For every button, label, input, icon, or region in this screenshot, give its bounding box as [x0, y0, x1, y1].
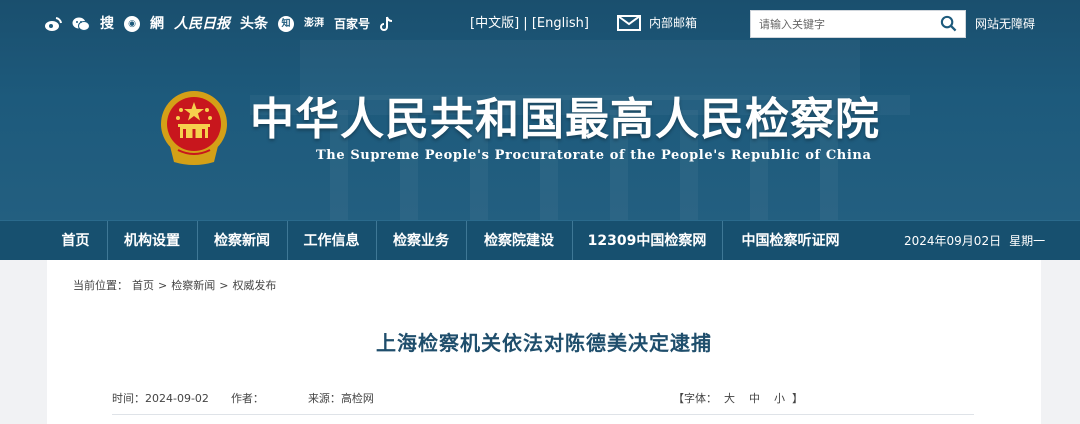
toutiao-icon[interactable]: 头条 — [240, 14, 268, 34]
zhihu-icon[interactable]: 知 — [278, 16, 294, 32]
font-size-close: 】 — [792, 392, 803, 405]
mail-label: 内部邮箱 — [649, 16, 698, 30]
time-label: 时间： — [112, 392, 145, 405]
site-title-english: The Supreme People's Procuratorate of th… — [316, 148, 872, 163]
font-size-control: 【字体： 大 中 小】 — [673, 391, 803, 407]
sohu-icon[interactable]: 搜 — [100, 14, 114, 34]
nav-12309-china-procuratorate[interactable]: 12309中国检察网 — [572, 221, 722, 261]
wechat-icon[interactable] — [72, 16, 90, 32]
national-emblem-icon — [161, 91, 227, 165]
social-links: 搜 ◉ 網 人民日报 头条 知 澎湃 百家号 — [44, 14, 394, 34]
top-bar: 搜 ◉ 網 人民日报 头条 知 澎湃 百家号 [中文版] | [English]… — [0, 10, 1080, 40]
lang-cn-link[interactable]: [中文版] — [470, 16, 519, 31]
font-size-label: 【字体： — [673, 392, 717, 405]
search-box — [750, 10, 966, 38]
lang-separator: | — [519, 16, 532, 31]
nav-work-info[interactable]: 工作信息 — [287, 221, 376, 261]
nav-china-hearing[interactable]: 中国检察听证网 — [722, 221, 859, 261]
meta-divider — [112, 414, 974, 415]
nav-procuratorial-business[interactable]: 检察业务 — [376, 221, 466, 261]
breadcrumb-sep: > — [158, 279, 168, 292]
font-size-large[interactable]: 大 — [724, 392, 735, 405]
breadcrumb-prefix: 当前位置： — [73, 279, 128, 292]
nav-procuratorial-news[interactable]: 检察新闻 — [197, 221, 287, 261]
date-text: 2024年09月02日 — [904, 234, 1002, 248]
weibo-icon[interactable] — [44, 16, 62, 32]
site-title-chinese: 中华人民共和国最高人民检察院 — [250, 94, 880, 145]
internal-mail-link[interactable]: 内部邮箱 — [617, 13, 697, 33]
main-navigation: 首页 机构设置 检察新闻 工作信息 检察业务 检察院建设 12309中国检察网 … — [0, 220, 1080, 261]
nav-procuratorate-building[interactable]: 检察院建设 — [466, 221, 572, 261]
breadcrumb-sep: > — [219, 279, 229, 292]
building-roof-decor — [300, 40, 860, 100]
search-icon[interactable] — [940, 15, 957, 32]
publish-time: 2024-09-02 — [145, 392, 209, 405]
mail-icon — [617, 15, 641, 31]
baijiahao-icon[interactable]: 百家号 — [334, 14, 370, 34]
current-date: 2024年09月02日 星期一 — [904, 221, 1045, 261]
accessibility-link[interactable]: 网站无障碍 — [975, 14, 1035, 34]
peoples-daily-icon[interactable]: 人民日报 — [174, 14, 230, 34]
breadcrumb-authoritative-release[interactable]: 权威发布 — [232, 279, 276, 292]
language-switcher: [中文版] | [English] — [470, 14, 589, 34]
search-input[interactable] — [751, 11, 931, 37]
breadcrumb: 当前位置： 首页 > 检察新闻 > 权威发布 — [73, 278, 276, 294]
font-size-small[interactable]: 小 — [774, 392, 785, 405]
netease-icon[interactable]: 網 — [150, 14, 164, 34]
article-title: 上海检察机关依法对陈德美决定逮捕 — [376, 331, 712, 355]
author-label: 作者： — [230, 392, 264, 405]
toutiao-circle-icon[interactable]: ◉ — [124, 16, 140, 32]
font-size-medium[interactable]: 中 — [749, 392, 760, 405]
site-header: 搜 ◉ 網 人民日报 头条 知 澎湃 百家号 [中文版] | [English]… — [0, 0, 1080, 220]
breadcrumb-home[interactable]: 首页 — [132, 279, 154, 292]
douyin-icon[interactable] — [380, 16, 394, 32]
article-meta: 时间：2024-09-02 作者： 来源：高检网 — [112, 391, 374, 407]
source-value: 高检网 — [340, 392, 374, 405]
weekday-text: 星期一 — [1009, 234, 1046, 248]
penpai-icon[interactable]: 澎湃 — [304, 14, 324, 34]
article-panel: 当前位置： 首页 > 检察新闻 > 权威发布 上海检察机关依法对陈德美决定逮捕 时间：20… — [47, 260, 1041, 424]
source-label: 来源： — [307, 392, 341, 405]
breadcrumb-news[interactable]: 检察新闻 — [171, 279, 215, 292]
nav-organization[interactable]: 机构设置 — [107, 221, 197, 261]
nav-home[interactable]: 首页 — [44, 221, 107, 261]
lang-en-link[interactable]: [English] — [532, 16, 589, 31]
